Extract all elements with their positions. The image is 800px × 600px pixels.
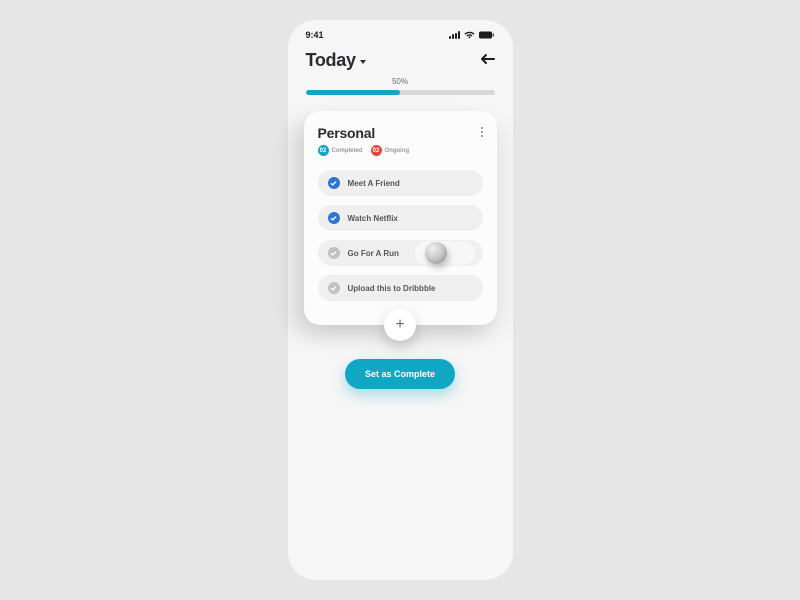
set-complete-label: Set as Complete	[365, 369, 435, 379]
task-checkbox[interactable]	[328, 177, 340, 189]
task-list: Meet A Friend Watch Netflix Go For A Run	[318, 170, 483, 301]
cellular-signal-icon	[449, 31, 460, 39]
chevron-down-icon	[360, 60, 366, 64]
ongoing-count-badge: 02	[371, 145, 382, 156]
swipe-handle[interactable]	[425, 242, 447, 264]
completed-label: Completed	[332, 148, 363, 154]
status-indicators	[449, 31, 495, 39]
task-item[interactable]: Meet A Friend	[318, 170, 483, 196]
completed-count-badge: 02	[318, 145, 329, 156]
plus-icon: +	[395, 316, 404, 334]
progress-section: 50%	[288, 77, 513, 105]
progress-bar-fill	[306, 90, 401, 95]
check-icon	[330, 285, 337, 292]
task-checkbox[interactable]	[328, 247, 340, 259]
stat-ongoing: 02 Ongoing	[371, 145, 410, 156]
phone-frame: 9:41 Today 50% Personal	[288, 20, 513, 580]
task-label: Watch Netflix	[348, 214, 398, 223]
more-menu-button[interactable]	[481, 125, 483, 137]
add-task-button[interactable]: +	[384, 309, 416, 341]
set-complete-button[interactable]: Set as Complete	[345, 359, 455, 389]
task-item[interactable]: Upload this to Dribbble	[318, 275, 483, 301]
status-bar: 9:41	[288, 28, 513, 44]
header: Today	[288, 44, 513, 77]
task-label: Go For A Run	[348, 249, 399, 258]
page-title: Today	[306, 50, 356, 71]
stat-completed: 02 Completed	[318, 145, 363, 156]
battery-icon	[479, 31, 495, 39]
card-title: Personal	[318, 125, 410, 141]
progress-percent-label: 50%	[306, 77, 495, 86]
check-icon	[330, 215, 337, 222]
arrow-left-icon	[480, 53, 495, 65]
task-item[interactable]: Watch Netflix	[318, 205, 483, 231]
ongoing-label: Ongoing	[385, 148, 410, 154]
status-time: 9:41	[306, 30, 324, 40]
task-checkbox[interactable]	[328, 282, 340, 294]
task-label: Upload this to Dribbble	[348, 284, 436, 293]
tasks-card: Personal 02 Completed 02 Ongoing	[304, 111, 497, 325]
task-checkbox[interactable]	[328, 212, 340, 224]
check-icon	[330, 250, 337, 257]
more-vertical-icon	[481, 127, 483, 129]
progress-bar	[306, 90, 495, 95]
title-dropdown[interactable]: Today	[306, 50, 366, 71]
wifi-icon	[464, 31, 475, 39]
task-label: Meet A Friend	[348, 179, 400, 188]
card-stats: 02 Completed 02 Ongoing	[318, 145, 410, 156]
check-icon	[330, 180, 337, 187]
back-button[interactable]	[480, 52, 495, 69]
task-item[interactable]: Go For A Run	[318, 240, 483, 266]
